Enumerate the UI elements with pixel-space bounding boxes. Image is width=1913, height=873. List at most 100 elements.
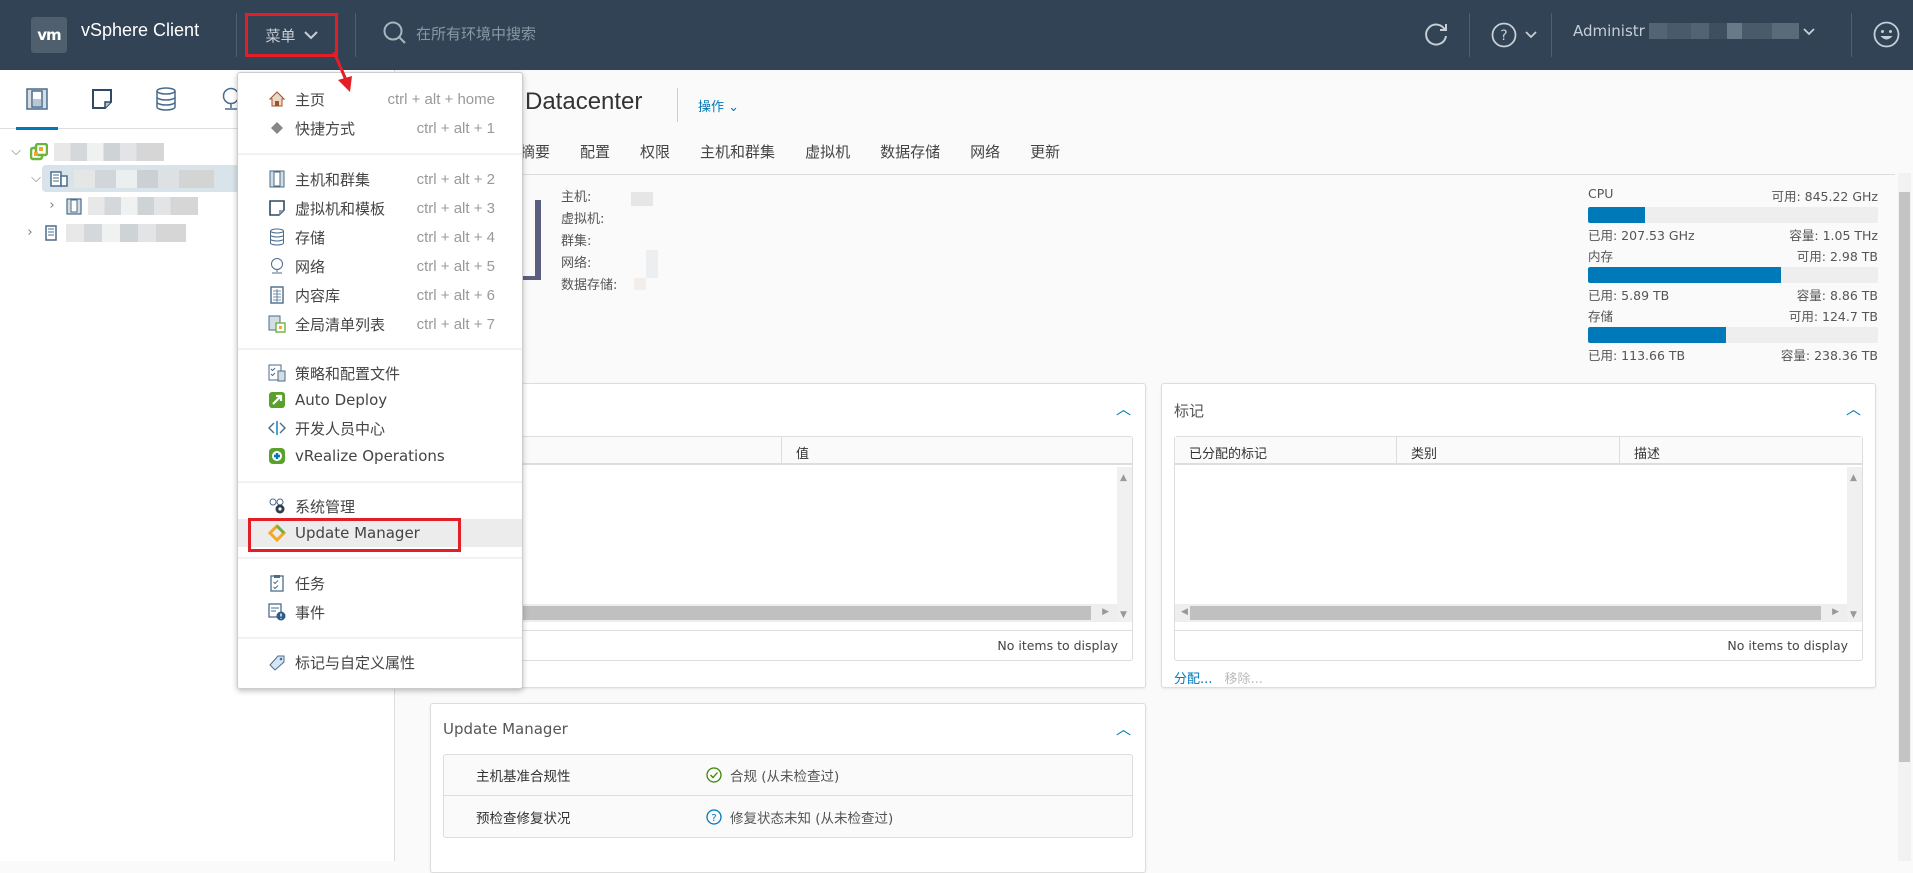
menu-item-label: 快捷方式 <box>295 119 356 138</box>
storage-icon <box>156 87 176 111</box>
menu-item-label: Auto Deploy <box>295 391 388 409</box>
annotation-highlight-box <box>248 518 461 552</box>
custom-attributes-panel: ︿ 属性 值 ▲ ▼ ▶ No items to display <box>430 383 1146 688</box>
scroll-right-icon[interactable]: ▶ <box>1832 607 1839 617</box>
column-header-value[interactable]: 值 <box>782 437 1132 463</box>
chevron-down-icon[interactable]: ⌵ <box>8 144 24 159</box>
horizontal-scrollbar[interactable]: ▶ <box>444 604 1117 622</box>
menu-item-home[interactable]: 主页 ctrl + alt + home <box>238 85 522 113</box>
tab-vms-and-templates[interactable] <box>81 84 123 114</box>
assign-tag-link[interactable]: 分配... <box>1174 672 1212 687</box>
scroll-right-icon[interactable]: ▶ <box>1102 607 1109 617</box>
menu-item-tags-custom-attributes[interactable]: 标记与自定义属性 <box>238 648 522 676</box>
menu-item-vrealize-operations[interactable]: vRealize Operations <box>238 442 522 470</box>
menu-item-events[interactable]: 事件 <box>238 598 522 626</box>
tab-storage[interactable] <box>145 84 187 114</box>
scroll-thumb[interactable] <box>1190 606 1821 620</box>
menu-item-administration[interactable]: 系统管理 <box>238 492 522 520</box>
feedback-smiley-icon[interactable] <box>1873 21 1900 48</box>
tab-vms[interactable]: 虚拟机 <box>805 141 850 171</box>
tab-summary[interactable]: 摘要 <box>520 141 550 171</box>
meter-fill <box>1588 267 1781 283</box>
menu-item-developer-center[interactable]: 开发人员中心 <box>238 414 522 442</box>
global-search[interactable]: 在所有环境中搜索 <box>382 20 536 46</box>
collapse-icon[interactable]: ︿ <box>1846 398 1861 419</box>
menu-item-shortcuts[interactable]: 快捷方式 ctrl + alt + 1 <box>238 114 522 142</box>
column-header-assigned-tag[interactable]: 已分配的标记 <box>1175 437 1397 463</box>
menu-item-storage[interactable]: 存储 ctrl + alt + 4 <box>238 223 522 251</box>
vrealize-icon <box>267 447 287 465</box>
chevron-down-icon[interactable]: ⌵ <box>28 171 44 186</box>
datacenter-icon <box>45 224 57 241</box>
tab-hosts-clusters[interactable]: 主机和群集 <box>700 141 775 171</box>
horizontal-scrollbar[interactable]: ◀ ▶ <box>1175 604 1847 622</box>
app-title[interactable]: vSphere Client <box>81 20 199 41</box>
collapse-icon[interactable]: ︿ <box>1116 718 1131 739</box>
menu-label: 菜单 <box>265 26 296 45</box>
remove-tag-link[interactable]: 移除... <box>1225 672 1263 687</box>
scroll-down-icon[interactable]: ▼ <box>1850 610 1857 620</box>
menu-item-hosts-clusters[interactable]: 主机和群集 ctrl + alt + 2 <box>238 165 522 193</box>
refresh-icon[interactable] <box>1422 21 1450 49</box>
tab-networks[interactable]: 网络 <box>970 141 1000 171</box>
scroll-thumb[interactable] <box>444 606 1091 620</box>
status-text: 合规 (从未检查过) <box>730 769 840 785</box>
vertical-scrollbar[interactable]: ▲ ▼ <box>1117 467 1132 622</box>
scroll-down-icon[interactable]: ▼ <box>1120 610 1127 620</box>
user-menu[interactable]: Administr <box>1573 22 1815 40</box>
vertical-scrollbar[interactable]: ▲ ▼ <box>1847 467 1862 622</box>
grid-footer: No items to display <box>444 630 1132 660</box>
datastores-label: 数据存储: <box>561 278 618 293</box>
menu-item-vms-templates[interactable]: 虚拟机和模板 ctrl + alt + 3 <box>238 194 522 222</box>
chevron-right-icon[interactable]: › <box>44 198 60 213</box>
tabs-divider <box>395 174 1895 175</box>
help-chevron-down-icon[interactable] <box>1525 30 1537 39</box>
menu-button[interactable]: 菜单 <box>245 13 338 57</box>
tree-node-cluster[interactable]: › <box>44 192 198 219</box>
actions-dropdown[interactable]: 操作 ⌄ <box>698 96 739 115</box>
vms-templates-icon <box>92 89 112 109</box>
menu-item-network[interactable]: 网络 ctrl + alt + 5 <box>238 252 522 280</box>
vmware-logo[interactable]: vm <box>31 17 67 53</box>
menu-divider <box>238 348 522 350</box>
vms-templates-icon <box>267 200 287 216</box>
tab-datastores[interactable]: 数据存储 <box>880 141 940 171</box>
help-icon[interactable]: ? <box>1491 22 1517 48</box>
meter-capacity: 容量: 238.36 TB <box>1780 348 1878 363</box>
collapse-icon[interactable]: ︿ <box>1116 398 1131 419</box>
tasks-icon <box>267 574 287 592</box>
hosts-clusters-icon <box>267 170 287 188</box>
chevron-right-icon[interactable]: › <box>22 225 38 240</box>
page-scroll-thumb[interactable] <box>1899 192 1910 762</box>
memory-meter: 内存 可用: 2.98 TB 已用: 5.89 TB 容量: 8.86 TB <box>1588 246 1878 304</box>
redacted-value <box>634 278 646 290</box>
tab-updates[interactable]: 更新 <box>1030 141 1060 171</box>
tab-configure[interactable]: 配置 <box>580 141 610 171</box>
scroll-up-icon[interactable]: ▲ <box>1850 473 1857 483</box>
menu-item-label: 系统管理 <box>295 497 356 516</box>
scroll-up-icon[interactable]: ▲ <box>1120 473 1127 483</box>
meter-capacity: 容量: 8.86 TB <box>1796 288 1878 303</box>
column-header-description[interactable]: 描述 <box>1620 437 1862 463</box>
svg-text:?: ? <box>1500 28 1507 44</box>
menu-item-tasks[interactable]: 任务 <box>238 569 522 597</box>
cpu-meter: CPU 可用: 845.22 GHz 已用: 207.53 GHz 容量: 1.05… <box>1588 186 1878 244</box>
menu-item-shortcut: ctrl + alt + 7 <box>416 315 495 333</box>
menu-item-policies-profiles[interactable]: 策略和配置文件 <box>238 359 522 387</box>
redacted-label <box>74 169 214 188</box>
scroll-left-icon[interactable]: ◀ <box>1181 607 1188 617</box>
menu-item-shortcut: ctrl + alt + 5 <box>416 257 495 275</box>
tab-permissions[interactable]: 权限 <box>640 141 670 171</box>
menu-item-global-inventory[interactable]: 全局清单列表 ctrl + alt + 7 <box>238 310 522 338</box>
meter-capacity: 容量: 1.05 THz <box>1789 228 1878 243</box>
column-header-category[interactable]: 类别 <box>1397 437 1620 463</box>
tags-panel: 标记 ︿ 已分配的标记 类别 描述 ▲ ▼ ◀ ▶ No items to di… <box>1161 383 1876 688</box>
developer-center-icon <box>267 420 287 436</box>
meter-name: 内存 <box>1588 249 1614 264</box>
header-divider <box>236 13 237 57</box>
menu-item-content-library[interactable]: 内容库 ctrl + alt + 6 <box>238 281 522 309</box>
tab-hosts-and-clusters[interactable] <box>16 84 58 130</box>
search-placeholder: 在所有环境中搜索 <box>416 24 537 43</box>
menu-item-auto-deploy[interactable]: Auto Deploy <box>238 386 522 414</box>
tree-node-datacenter[interactable]: › <box>22 219 186 246</box>
